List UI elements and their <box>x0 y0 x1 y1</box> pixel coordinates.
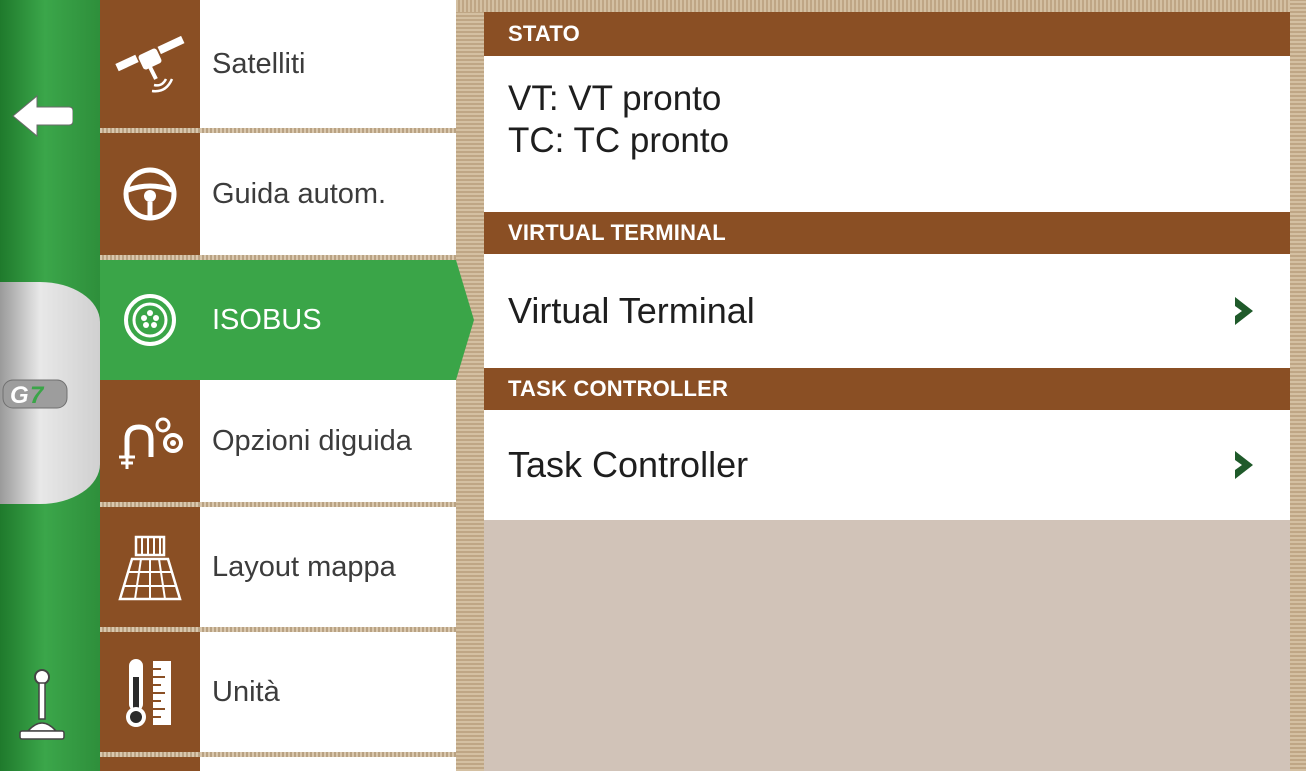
task-controller-label: Task Controller <box>508 444 749 485</box>
svg-text:7: 7 <box>30 382 45 409</box>
g7-logo-icon: G 7 <box>2 379 68 409</box>
satellite-icon <box>115 35 185 93</box>
menu-label-unita: Unità <box>200 632 456 752</box>
section-header-stato: STATO <box>484 12 1290 56</box>
back-button[interactable] <box>6 86 78 146</box>
active-item-pointer <box>456 260 474 380</box>
menu-item-layout-mappa[interactable]: Layout mappa <box>100 507 456 627</box>
menu-item-unita[interactable]: Unità <box>100 632 456 752</box>
menu-icon-box <box>100 507 200 627</box>
menu-item-opzioni-di-guida[interactable]: Opzioni di guida <box>100 380 456 502</box>
menu-item-partial <box>100 757 456 771</box>
textured-top-edge <box>456 0 1306 12</box>
menu-icon-box <box>100 380 200 502</box>
task-controller-row[interactable]: Task Controller <box>484 410 1290 520</box>
menu-label-line: guida <box>340 424 412 457</box>
left-rail: G 7 <box>0 0 100 771</box>
menu-item-guida-autom[interactable]: Guida autom. <box>100 133 456 255</box>
thermometer-ruler-icon <box>126 659 171 727</box>
menu-item-isobus[interactable]: ISOBUS <box>100 260 456 380</box>
menu-icon-box <box>100 757 200 771</box>
map-grid-icon <box>118 535 182 601</box>
isobus-connector-icon <box>124 294 176 346</box>
svg-text:G: G <box>10 382 29 409</box>
joystick-button[interactable] <box>14 660 70 750</box>
menu-label-guida-autom: Guida autom. <box>200 133 456 255</box>
textured-right-edge <box>1290 0 1306 771</box>
menu-icon-box <box>100 632 200 752</box>
menu-icon-box <box>100 0 200 128</box>
menu-label-line: Opzioni di <box>212 424 341 457</box>
brand-logo: G 7 <box>2 374 72 414</box>
joystick-icon <box>19 669 65 740</box>
chevron-right-icon <box>1235 297 1253 325</box>
virtual-terminal-label: Virtual Terminal <box>508 290 755 331</box>
virtual-terminal-row[interactable]: Virtual Terminal <box>484 254 1290 368</box>
menu-icon-box <box>100 133 200 255</box>
menu-label-isobus: ISOBUS <box>200 260 456 380</box>
menu-label-opzioni-di-guida: Opzioni di guida <box>200 380 456 502</box>
guidance-options-icon <box>119 417 183 469</box>
section-header-task-controller: TASK CONTROLLER <box>484 368 1290 410</box>
back-arrow-icon <box>12 94 73 138</box>
menu-label-layout-mappa: Layout mappa <box>200 507 456 627</box>
textured-divider <box>456 0 484 771</box>
tc-status: TC: TC pronto <box>508 121 730 160</box>
steering-wheel-icon <box>123 167 177 221</box>
status-box: VT: VT pronto TC: TC pronto <box>484 56 1290 212</box>
menu-label-satelliti: Satelliti <box>200 0 456 128</box>
chevron-right-icon <box>1235 451 1253 479</box>
vt-status: VT: VT pronto <box>508 79 722 118</box>
menu-icon-box <box>100 260 200 380</box>
menu-label-partial <box>200 757 456 771</box>
section-header-virtual-terminal: VIRTUAL TERMINAL <box>484 212 1290 254</box>
settings-menu: Satelliti Guida autom. ISOBUS Opzioni di… <box>100 0 456 771</box>
menu-item-satelliti[interactable]: Satelliti <box>100 0 456 128</box>
isobus-panel: STATO VT: VT pronto TC: TC pronto VIRTUA… <box>484 12 1290 771</box>
